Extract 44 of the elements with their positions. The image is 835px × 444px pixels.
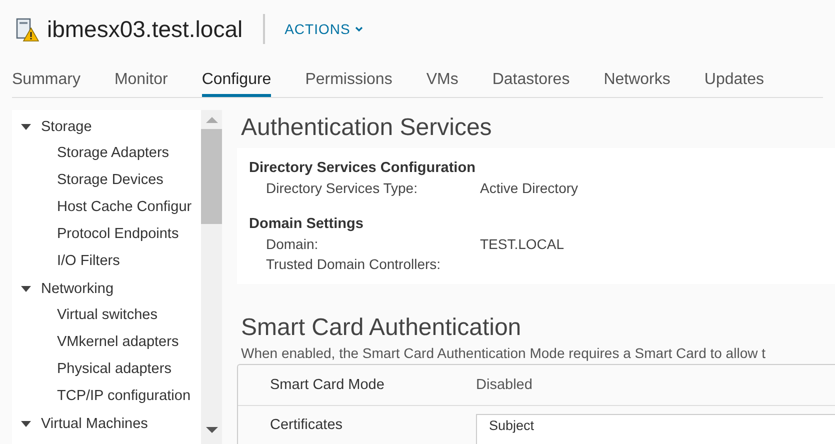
nav-tab[interactable]: Permissions (305, 58, 392, 97)
chevron-down-icon (355, 26, 364, 32)
tree-group-item[interactable]: Storage (12, 113, 201, 140)
field-label: Trusted Domain Controllers: (265, 255, 442, 274)
host-warning-icon (15, 18, 39, 42)
nav-tab[interactable]: Datastores (492, 58, 570, 97)
scrollbar[interactable] (201, 110, 222, 444)
caret-icon[interactable] (21, 122, 31, 130)
nav-tab[interactable]: Monitor (114, 58, 168, 97)
actions-menu-button[interactable]: ACTIONS (284, 21, 364, 37)
caret-icon[interactable] (21, 284, 31, 292)
setting-label: Certificates (269, 416, 344, 433)
tree-item[interactable]: Protocol Endpoints (12, 221, 201, 248)
caret-icon[interactable] (21, 420, 31, 428)
nav-tab[interactable]: Updates (704, 58, 764, 97)
section-heading: Domain Settings (249, 215, 364, 234)
scrollbar-thumb[interactable] (201, 129, 222, 224)
tree-group-item[interactable]: Networking (12, 275, 201, 302)
setting-label: Smart Card Mode (269, 377, 386, 393)
field-label: Directory Services Type: (265, 179, 418, 198)
tree-item[interactable]: I/O Filters (12, 248, 201, 275)
scroll-down-icon[interactable] (206, 426, 218, 434)
tree-item[interactable]: Storage Devices (12, 167, 201, 194)
field-value: TEST.LOCAL (480, 235, 564, 254)
nav-tab[interactable]: Configure (202, 58, 272, 97)
nav-tab[interactable]: Networks (604, 58, 670, 97)
column-header: Subject (489, 418, 534, 433)
field-value: Active Directory (480, 179, 578, 198)
section-title: Smart Card Authentication (240, 313, 522, 343)
tree-item[interactable]: VMkernel adapters (12, 329, 201, 356)
section-heading: Directory Services Configuration (249, 159, 476, 178)
setting-value: Disabled (476, 377, 532, 393)
tree-item[interactable]: Storage Adapters (12, 140, 201, 167)
tree-item[interactable]: Physical adapters (12, 356, 201, 383)
nav-tab[interactable]: VMs (426, 58, 458, 97)
host-title: ibmesx03.test.local (47, 16, 243, 42)
field-label: Domain: (265, 235, 320, 254)
description-text: When enabled, the Smart Card Authentication Mode requires a Smart Card to allow t (240, 344, 766, 363)
tree-group-item[interactable]: Virtual Machines (12, 410, 201, 437)
tree-item[interactable]: Host Cache Configur (12, 194, 201, 221)
section-title: Authentication Services (240, 113, 493, 143)
nav-tab[interactable]: Summary (12, 58, 80, 97)
tree-item[interactable]: TCP/IP configuration (12, 383, 201, 410)
tree-item[interactable]: Virtual switches (12, 302, 201, 329)
